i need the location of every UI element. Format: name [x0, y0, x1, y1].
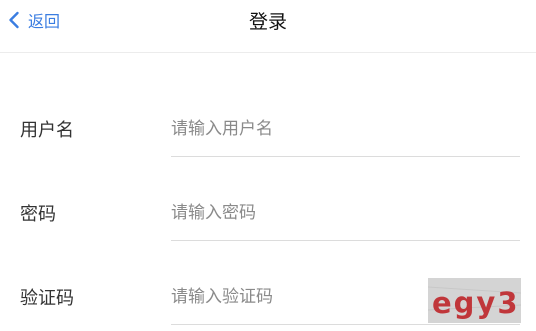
captcha-image[interactable]: egy3 — [428, 278, 521, 323]
username-underline — [171, 156, 520, 157]
navigation-bar: 返回 登录 — [0, 0, 536, 53]
username-label: 用户名 — [20, 120, 74, 141]
username-input[interactable] — [171, 112, 520, 146]
username-row: 用户名 — [0, 102, 536, 158]
password-underline — [171, 240, 520, 241]
page-title: 登录 — [248, 11, 287, 33]
captcha-label: 验证码 — [20, 288, 74, 309]
password-label: 密码 — [20, 204, 56, 225]
captcha-text: egy3 — [432, 286, 520, 320]
captcha-underline — [171, 324, 520, 325]
captcha-input[interactable] — [171, 280, 421, 314]
password-input[interactable] — [171, 196, 520, 230]
password-row: 密码 — [0, 186, 536, 242]
